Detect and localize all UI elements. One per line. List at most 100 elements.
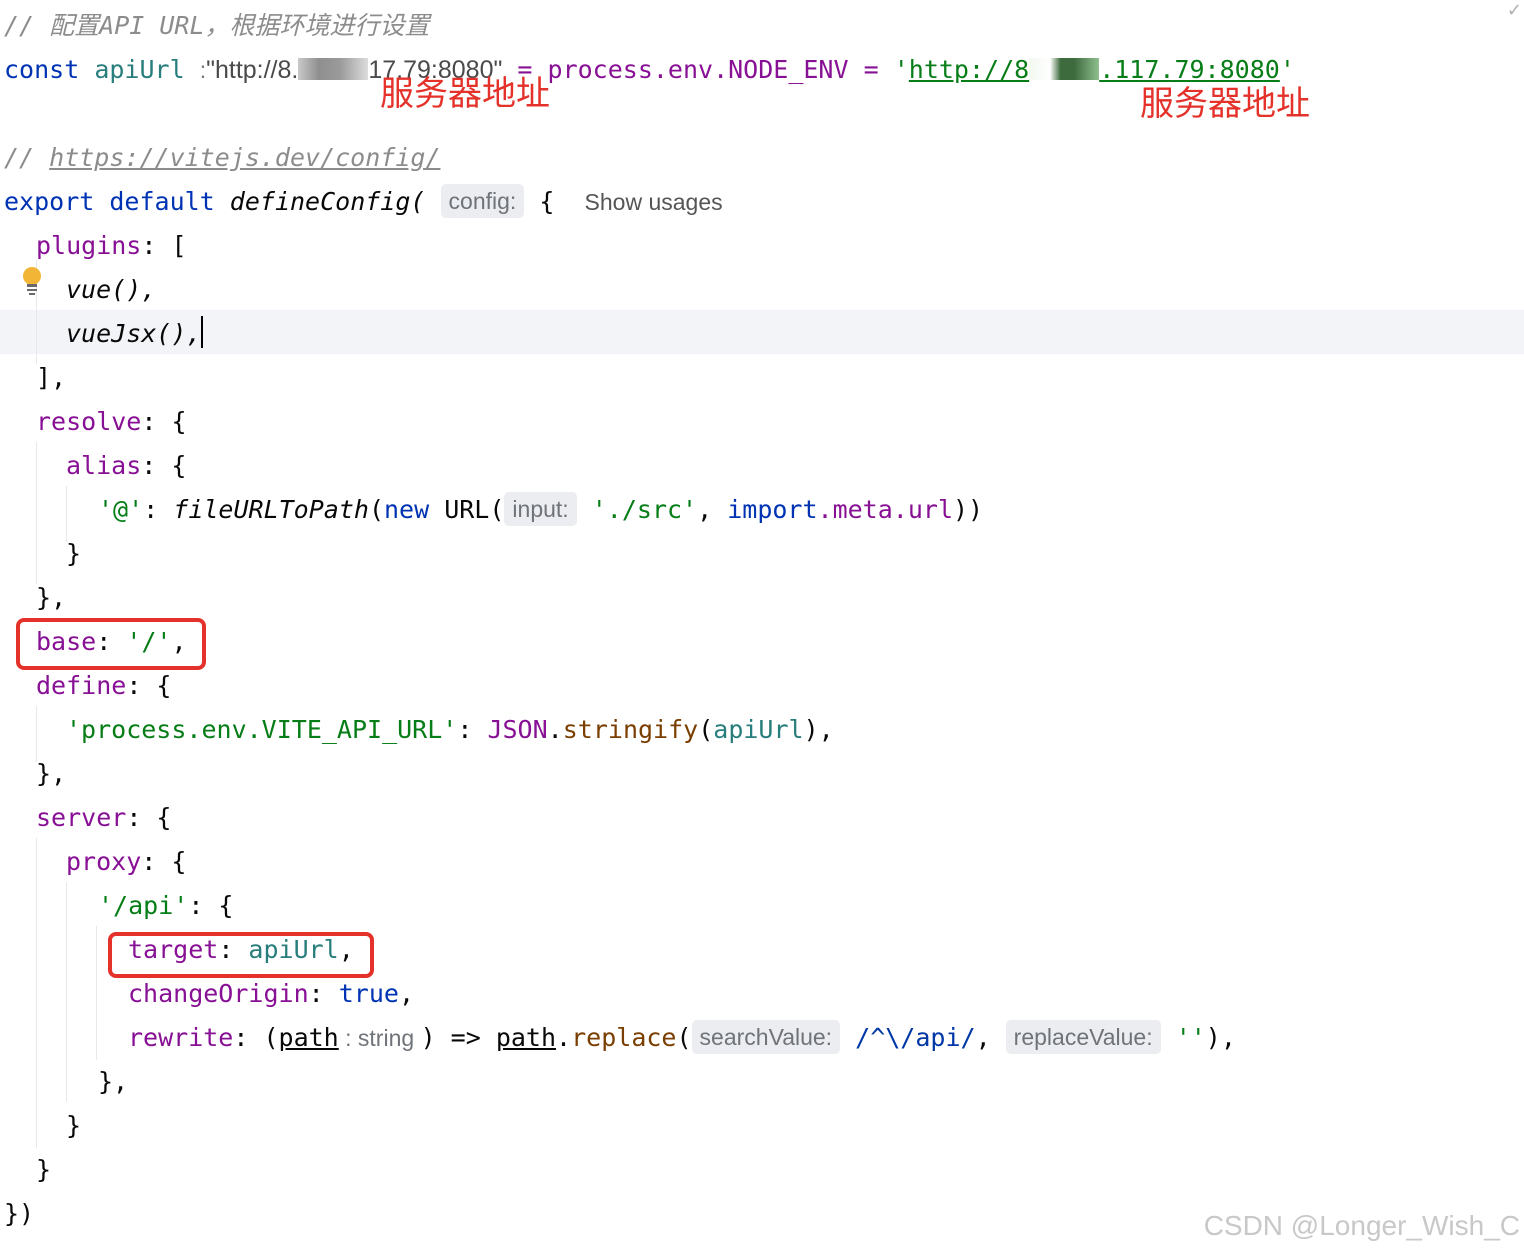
punct: }: [66, 539, 82, 568]
check-mark-icon: ✓: [1506, 0, 1522, 21]
punct: ),: [1205, 1023, 1236, 1052]
inlay-value-pre: "http://8.: [206, 56, 299, 84]
code-line-close: }: [36, 1148, 51, 1192]
punct: : {: [188, 891, 234, 920]
punct: (: [368, 495, 384, 524]
punct: }: [66, 1111, 82, 1140]
code-line-changeorigin: changeOrigin: true,: [128, 972, 414, 1016]
var-apiurl: apiUrl: [713, 715, 804, 744]
punct: ,: [697, 495, 728, 524]
punct-arrow: ) =>: [420, 1023, 496, 1052]
param-path: path: [278, 1023, 339, 1052]
code-line-close: },: [36, 752, 66, 796]
code-line-proxy: proxy: {: [66, 840, 186, 884]
code-comment-config: // 配置API URL，根据环境进行设置: [4, 11, 430, 40]
current-line-highlight: [0, 310, 1524, 354]
punct: : {: [141, 451, 187, 480]
show-usages-link[interactable]: Show usages: [585, 189, 723, 215]
punct: : {: [126, 803, 172, 832]
function-defineconfig: defineConfig(: [229, 187, 426, 216]
code-line-resolve: resolve: {: [36, 400, 187, 444]
prop-meta-url: .meta.url: [817, 495, 953, 524]
punct: }): [4, 1199, 35, 1228]
var-path: path: [495, 1023, 557, 1052]
keyword-default: default: [109, 187, 215, 216]
code-line-rewrite: rewrite: (path : string ) => path.replac…: [128, 1016, 1236, 1060]
prop-rewrite: rewrite: [128, 1023, 234, 1052]
code-line-define: define: {: [36, 664, 171, 708]
punct: }: [36, 1155, 52, 1184]
punct: (: [698, 715, 714, 744]
punct: ],: [36, 363, 67, 392]
code-line-api: '/api': {: [98, 884, 233, 928]
code-line-close: },: [36, 576, 66, 620]
string-quote: ': [893, 55, 909, 84]
punct: (: [676, 1023, 692, 1052]
code-line-export: export default defineConfig( config: { S…: [4, 180, 723, 224]
prop-resolve: resolve: [36, 407, 142, 436]
keyword-const: const: [4, 55, 80, 84]
var-apiurl: apiUrl: [94, 55, 185, 84]
punct: },: [36, 759, 67, 788]
highlight-box-base: [16, 618, 206, 670]
string-url-post: .117.79:8080: [1099, 55, 1280, 84]
string-quote: ': [1279, 55, 1295, 84]
prop-changeorigin: changeOrigin: [128, 979, 309, 1008]
param-hint-searchvalue: searchValue:: [691, 1020, 841, 1054]
code-line-close: }: [66, 1104, 81, 1148]
punct: .: [547, 715, 563, 744]
punct: : {: [126, 671, 172, 700]
string-src: './src': [591, 495, 698, 524]
code-line-vuejsx: vueJsx(),: [66, 312, 204, 356]
punct: .: [556, 1023, 572, 1052]
punct: ,: [398, 979, 415, 1008]
comment-link[interactable]: https://vitejs.dev/config/: [49, 143, 440, 172]
prop-alias: alias: [66, 451, 142, 480]
punct: :: [233, 1023, 264, 1052]
punct: (: [263, 1023, 279, 1052]
annotation-server-address: 服务器地址: [380, 74, 550, 114]
code-line-vue: vue(),: [66, 268, 156, 312]
lightbulb-icon[interactable]: [22, 266, 42, 296]
string-empty: '': [1175, 1023, 1206, 1052]
code-line-server: server: {: [36, 796, 171, 840]
punct: },: [98, 1067, 129, 1096]
punct: : [: [141, 231, 187, 260]
type-hint-string: : string: [338, 1025, 421, 1051]
keyword-new: new: [384, 495, 430, 524]
punct: :: [457, 715, 488, 744]
call-vuejsx: vueJsx(),: [66, 319, 202, 348]
keyword-true: true: [338, 979, 399, 1008]
punct: ,: [975, 1023, 1006, 1052]
prop-plugins: plugins: [36, 231, 142, 260]
code-line-close: },: [98, 1060, 128, 1104]
process-env-expr: = process.env.NODE_ENV =: [502, 55, 894, 84]
code-line-const: const apiUrl :"http://8. 17.79:8080" = pr…: [4, 48, 1295, 92]
call-vue: vue(),: [66, 275, 157, 304]
punct: )): [953, 495, 984, 524]
prop-server: server: [36, 803, 127, 832]
method-stringify: stringify: [562, 715, 699, 744]
code-line-close: }: [66, 532, 81, 576]
indent-guide: [96, 926, 97, 1060]
code-line-alias: alias: {: [66, 444, 186, 488]
string-url-pre: http://8: [908, 55, 1030, 84]
method-replace: replace: [571, 1023, 677, 1052]
string-env-key: 'process.env.VITE_API_URL': [66, 715, 458, 744]
code-line-at-alias: '@': fileURLToPath(new URL(input: './src…: [98, 488, 983, 532]
code-line-close: ],: [36, 356, 66, 400]
object-json: JSON: [487, 715, 548, 744]
indent-guide: [36, 838, 37, 1148]
annotation-server-address: 服务器地址: [1140, 84, 1310, 124]
string-api: '/api': [98, 891, 189, 920]
punct: :: [308, 979, 339, 1008]
punct: :: [143, 495, 174, 524]
keyword-export: export: [4, 187, 95, 216]
code-line-plugins: plugins: [: [36, 224, 187, 268]
punct: ),: [803, 715, 834, 744]
keyword-import: import: [727, 495, 818, 524]
redacted-ip: [298, 58, 369, 80]
prop-proxy: proxy: [66, 847, 142, 876]
class-url: URL(: [429, 495, 505, 524]
indent-guide: [66, 882, 67, 1102]
